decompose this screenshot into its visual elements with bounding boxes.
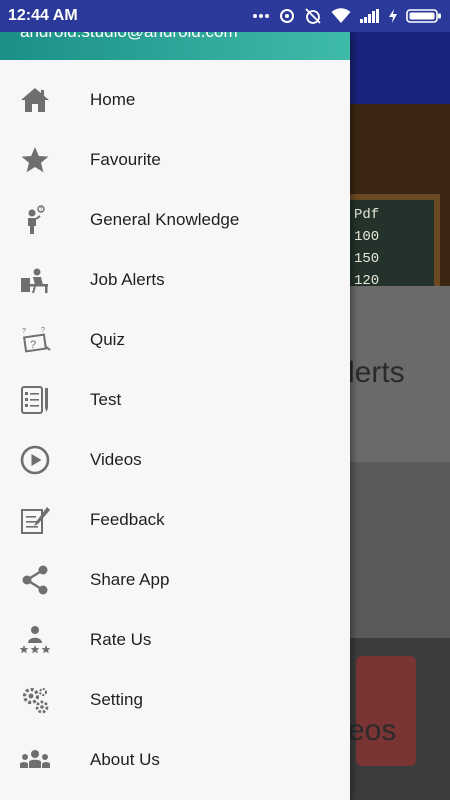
data-saver-icon	[279, 8, 295, 24]
menu-item-rate-us[interactable]: Rate Us	[0, 610, 350, 670]
more-dots-icon	[252, 13, 270, 19]
svg-text:?: ?	[22, 328, 26, 335]
drawer-menu: Home Favourite ? General Knowledge Job A…	[0, 70, 350, 790]
menu-item-label: Quiz	[90, 330, 125, 349]
menu-item-label: Test	[90, 390, 122, 409]
share-icon	[18, 563, 52, 597]
menu-item-label: Favourite	[90, 150, 161, 169]
job-alerts-card[interactable]: lerts	[350, 286, 450, 462]
navigation-drawer: android.studio@android.com Home Favourit…	[0, 32, 350, 800]
menu-item-label: General Knowledge	[90, 210, 240, 229]
menu-item-feedback[interactable]: Feedback	[0, 490, 350, 550]
menu-item-label: Home	[90, 90, 136, 109]
app-bar	[350, 32, 450, 104]
card-caption: eos	[350, 714, 397, 747]
desk-worker-icon	[18, 263, 52, 297]
menu-item-label: Job Alerts	[90, 270, 165, 289]
board-line: 150	[354, 251, 380, 267]
menu-item-job-alerts[interactable]: Job Alerts	[0, 250, 350, 310]
menu-item-general-knowledge[interactable]: ? General Knowledge	[0, 190, 350, 250]
board-line: Pdf	[354, 207, 380, 223]
gears-icon	[18, 683, 52, 717]
menu-item-videos[interactable]: Videos	[0, 430, 350, 490]
rate-person-stars-icon	[18, 623, 52, 657]
menu-item-label: Rate Us	[90, 630, 152, 649]
menu-item-favourite[interactable]: Favourite	[0, 130, 350, 190]
drawer-header: android.studio@android.com	[0, 32, 350, 60]
quiz-icon: ???	[18, 323, 52, 357]
alarm-off-icon	[304, 7, 322, 25]
menu-item-setting[interactable]: Setting	[0, 670, 350, 730]
svg-text:?: ?	[30, 339, 36, 351]
status-bar: 12:44 AM	[0, 0, 450, 32]
play-circle-icon	[18, 443, 52, 477]
board-line: 100	[354, 229, 380, 245]
pdf-card[interactable]: Pdf 100 150 120 7309 09 hatsapp	[350, 104, 450, 353]
menu-item-test[interactable]: Test	[0, 370, 350, 430]
menu-item-label: Setting	[90, 690, 143, 709]
group-icon	[18, 743, 52, 777]
menu-item-label: Videos	[90, 450, 142, 469]
card-caption: lerts	[350, 356, 405, 389]
wifi-icon	[331, 8, 351, 24]
video-screen-image	[356, 656, 416, 766]
feedback-pen-icon	[18, 503, 52, 537]
menu-item-share-app[interactable]: Share App	[0, 550, 350, 610]
menu-item-label: About Us	[90, 750, 160, 769]
thinking-person-icon: ?	[18, 203, 52, 237]
status-time: 12:44 AM	[8, 7, 78, 24]
videos-card[interactable]: eos	[350, 638, 450, 800]
home-icon	[18, 83, 52, 117]
menu-item-label: Share App	[90, 570, 170, 589]
menu-item-home[interactable]: Home	[0, 70, 350, 130]
charging-icon	[389, 9, 397, 23]
battery-icon	[406, 8, 442, 24]
svg-text:?: ?	[41, 327, 45, 334]
svg-text:?: ?	[40, 207, 43, 213]
status-icons	[252, 7, 442, 25]
test-sheet-icon	[18, 383, 52, 417]
user-email: android.studio@android.com	[20, 32, 238, 42]
menu-item-quiz[interactable]: ??? Quiz	[0, 310, 350, 370]
star-icon	[18, 143, 52, 177]
menu-item-about-us[interactable]: About Us	[0, 730, 350, 790]
menu-item-label: Feedback	[90, 510, 165, 529]
signal-icon	[360, 9, 380, 23]
test-card[interactable]	[350, 462, 450, 638]
background-content: Pdf 100 150 120 7309 09 hatsapp lerts eo…	[350, 32, 450, 800]
